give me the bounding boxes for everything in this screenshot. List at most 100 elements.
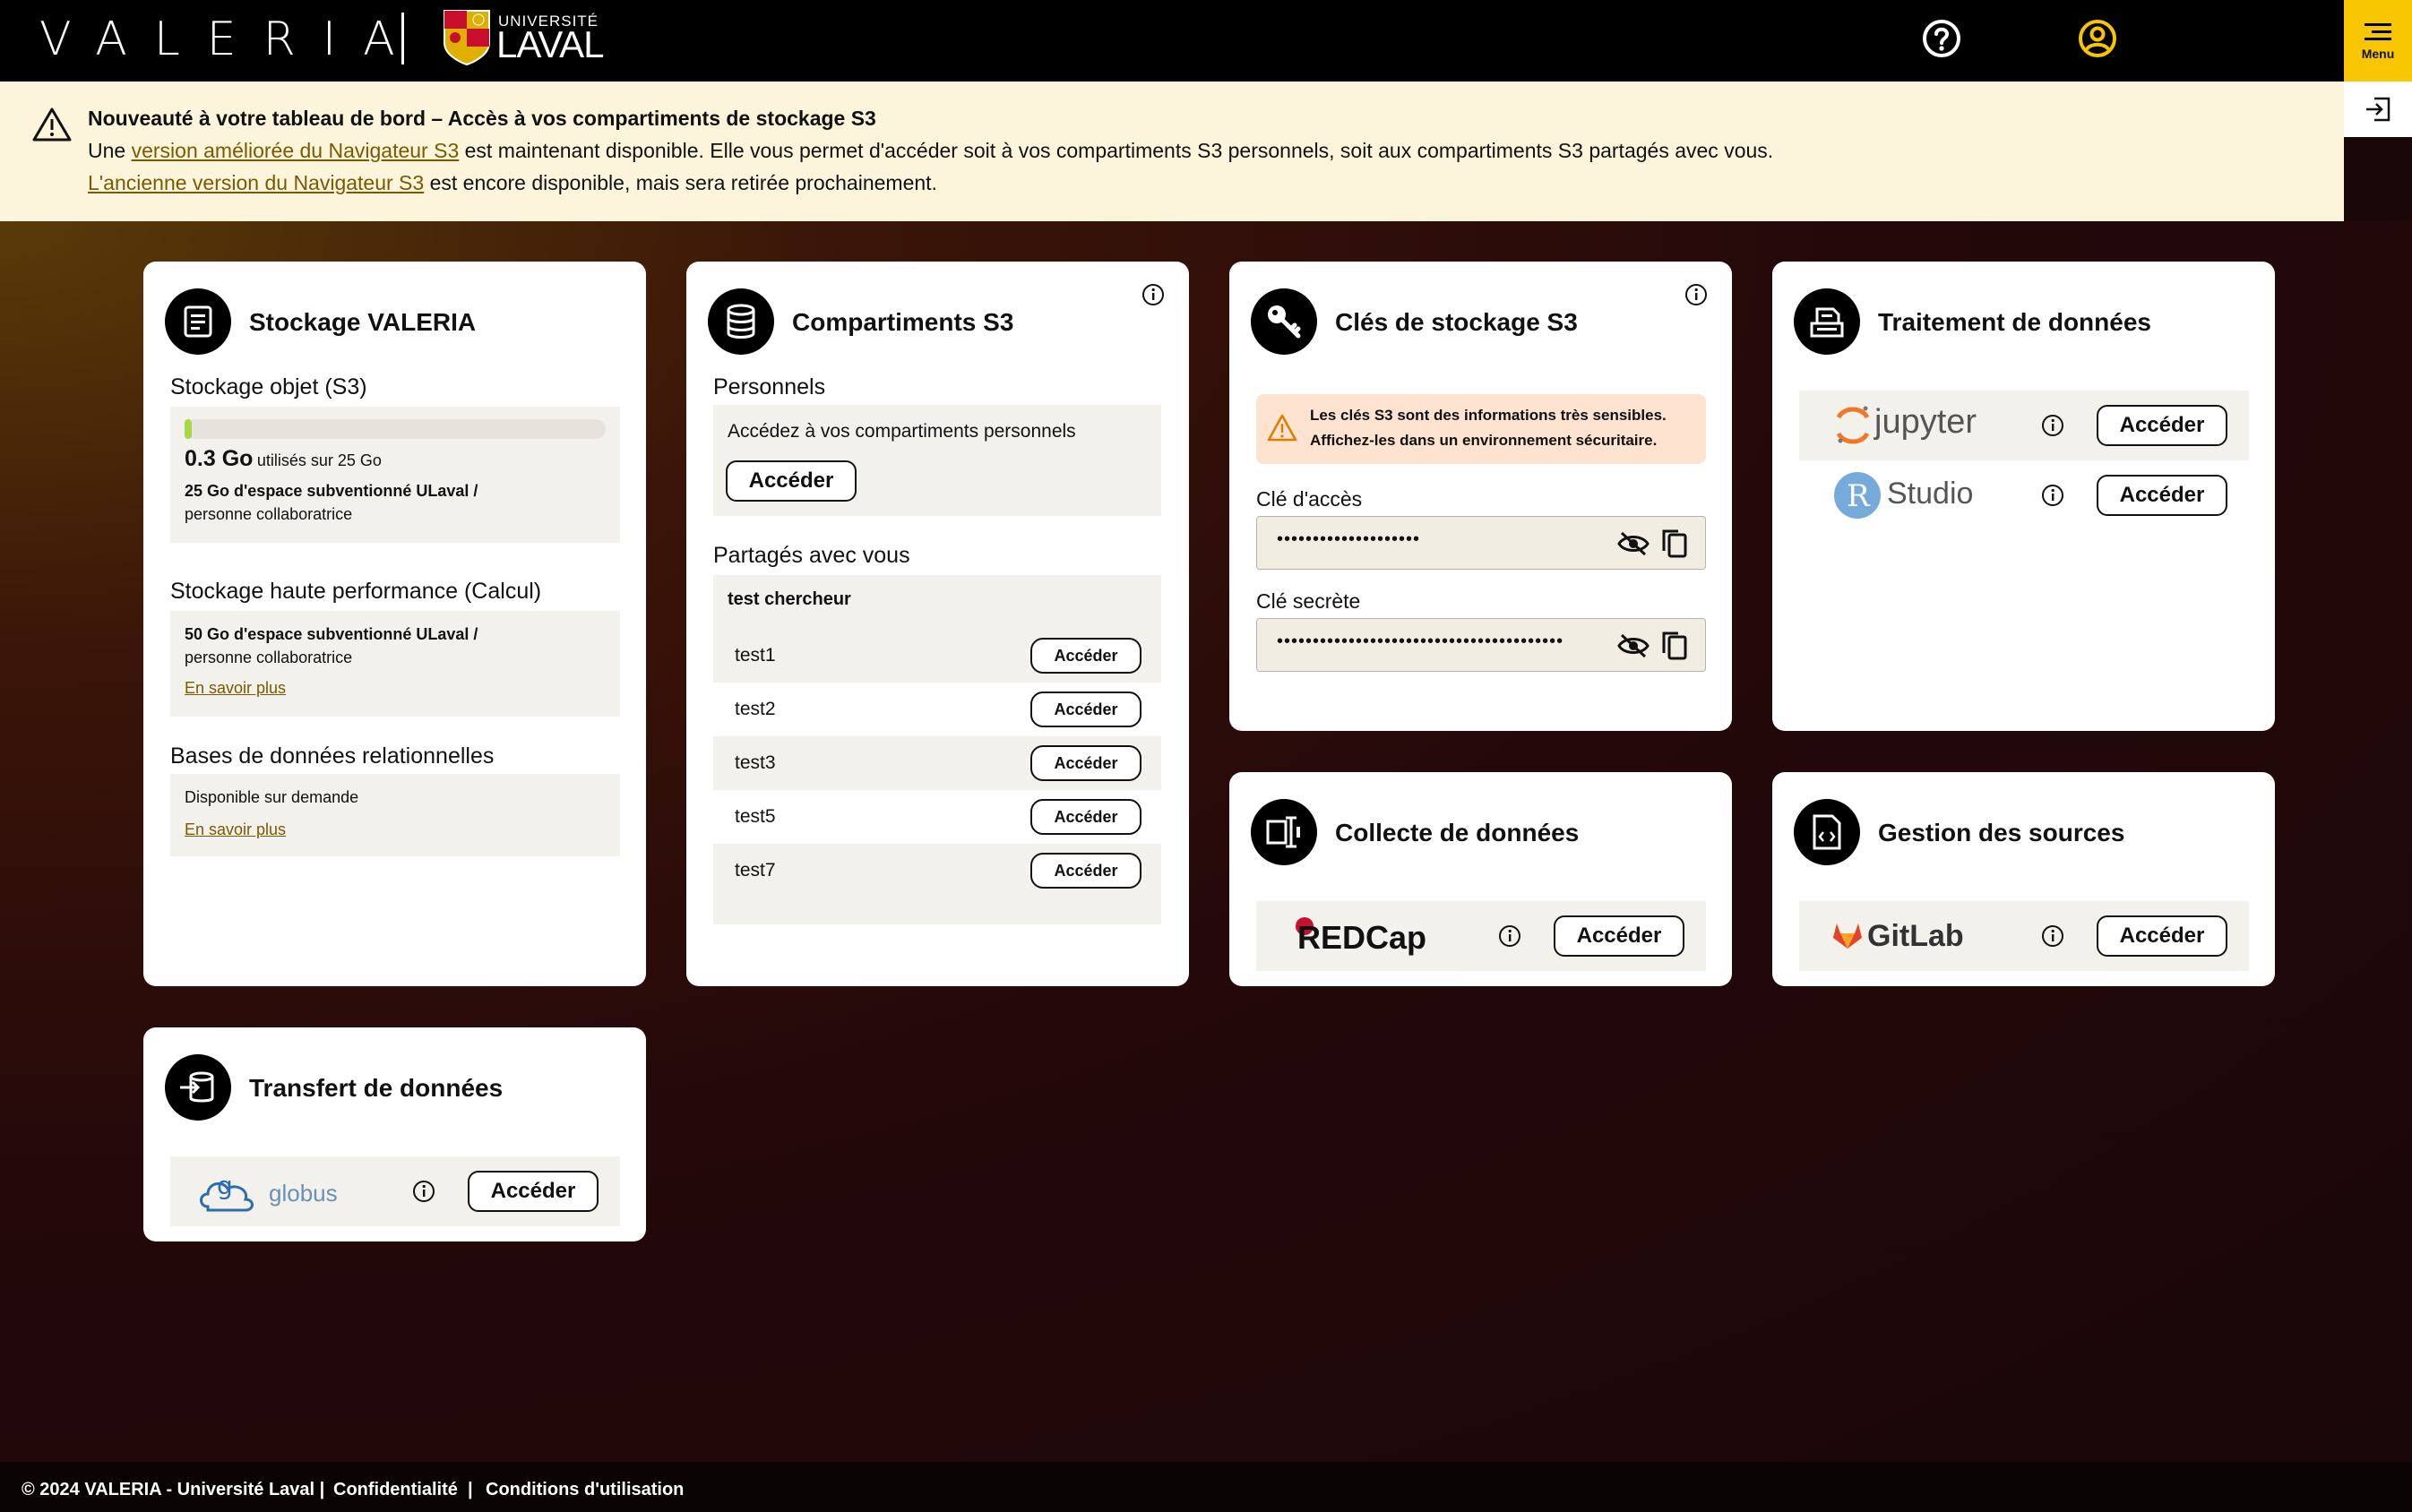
db-learn-more-link[interactable]: En savoir plus bbox=[185, 820, 286, 839]
hpc-storage-box: 50 Go d'espace subventionné ULaval / per… bbox=[170, 611, 620, 717]
bucket-access-button[interactable]: Accéder bbox=[1030, 692, 1141, 727]
personal-buckets-title: Personnels bbox=[713, 374, 826, 399]
redcap-row: REDCap Accéder bbox=[1256, 901, 1706, 971]
personal-buckets-access-button[interactable]: Accéder bbox=[726, 460, 857, 502]
terms-link[interactable]: Conditions d'utilisation bbox=[486, 1480, 684, 1500]
globus-name: globus bbox=[269, 1180, 338, 1207]
copyright: © 2024 VALERIA - Université Laval | bbox=[22, 1480, 325, 1499]
shared-bucket-row: test3 Accéder bbox=[713, 736, 1161, 790]
bucket-access-button[interactable]: Accéder bbox=[1030, 745, 1141, 781]
rstudio-logo-icon: R bbox=[1834, 472, 1881, 519]
info-icon[interactable] bbox=[1498, 924, 1521, 948]
gitlab-name: GitLab bbox=[1867, 919, 1964, 953]
hpc-learn-more-link[interactable]: En savoir plus bbox=[185, 679, 286, 698]
banner-text: est maintenant disponible. Elle vous per… bbox=[459, 139, 1774, 162]
redcap-access-button[interactable]: Accéder bbox=[1554, 915, 1684, 957]
info-icon[interactable] bbox=[1684, 283, 1708, 306]
logout-button[interactable] bbox=[2344, 82, 2412, 137]
bucket-name: test3 bbox=[735, 752, 776, 773]
access-key-value: •••••••••••••••••••• bbox=[1277, 529, 1421, 549]
database-icon bbox=[708, 288, 774, 355]
bucket-name: test5 bbox=[735, 806, 776, 827]
rstudio-row: R Studio Accéder bbox=[1799, 460, 2249, 530]
menu-button[interactable]: Menu bbox=[2344, 0, 2412, 82]
logo-divider bbox=[401, 13, 404, 64]
info-icon[interactable] bbox=[1141, 283, 1165, 306]
info-icon[interactable] bbox=[2041, 414, 2064, 437]
copy-icon[interactable] bbox=[1660, 630, 1689, 662]
visibility-off-icon[interactable] bbox=[1617, 633, 1650, 658]
card-title: Transfert de données bbox=[249, 1074, 504, 1102]
rstudio-access-button[interactable]: Accéder bbox=[2097, 475, 2227, 516]
bucket-name: test2 bbox=[735, 699, 776, 719]
privacy-link[interactable]: Confidentialité bbox=[333, 1480, 458, 1500]
valeria-logo[interactable]: VALERIA bbox=[39, 13, 422, 66]
ulaval-crest-icon bbox=[444, 10, 490, 66]
top-bar: VALERIA UNIVERSITÉ LAVAL Menu bbox=[0, 0, 2412, 82]
shared-buckets-title: Partagés avec vous bbox=[713, 543, 910, 568]
personal-buckets-text: Accédez à vos compartiments personnels bbox=[728, 421, 1076, 442]
banner-line-2: L'ancienne version du Navigateur S3 est … bbox=[88, 171, 937, 195]
secret-key-field[interactable]: •••••••••••••••••••••••••••••••••••••••• bbox=[1256, 618, 1706, 672]
help-icon[interactable] bbox=[1921, 18, 1962, 59]
bucket-access-button[interactable]: Accéder bbox=[1030, 853, 1141, 889]
bucket-name: test7 bbox=[735, 860, 776, 881]
card-title: Gestion des sources bbox=[1878, 819, 2125, 846]
svg-text:R: R bbox=[1847, 478, 1871, 514]
banner-text: est encore disponible, mais sera retirée… bbox=[424, 171, 937, 194]
hamburger-icon bbox=[2365, 22, 2391, 40]
gitlab-access-button[interactable]: Accéder bbox=[2097, 915, 2227, 957]
access-key-field[interactable]: •••••••••••••••••••• bbox=[1256, 516, 1706, 570]
data-processing-icon bbox=[1794, 288, 1860, 355]
account-icon[interactable] bbox=[2077, 18, 2118, 59]
bucket-access-button[interactable]: Accéder bbox=[1030, 799, 1141, 835]
jupyter-access-button[interactable]: Accéder bbox=[2097, 405, 2227, 446]
transfer-card: Transfert de données g globus Accéder bbox=[143, 1027, 646, 1241]
shared-owner: test chercheur bbox=[728, 589, 851, 609]
db-box: Disponible sur demande En savoir plus bbox=[170, 774, 620, 856]
old-s3-navigator-link[interactable]: L'ancienne version du Navigateur S3 bbox=[88, 171, 424, 194]
footer-separator: | bbox=[468, 1480, 473, 1499]
banner-line-1: Une version améliorée du Navigateur S3 e… bbox=[88, 139, 1773, 163]
rstudio-name: Studio bbox=[1887, 477, 1974, 511]
hpc-quota: 50 Go d'espace subventionné ULaval / bbox=[185, 625, 478, 643]
data-transfer-icon bbox=[165, 1054, 231, 1121]
copy-icon[interactable] bbox=[1660, 528, 1689, 560]
info-icon[interactable] bbox=[2041, 924, 2064, 948]
svg-text:g: g bbox=[217, 1171, 233, 1200]
personal-buckets-box: Accédez à vos compartiments personnels A… bbox=[713, 405, 1161, 516]
visibility-off-icon[interactable] bbox=[1617, 531, 1650, 556]
new-s3-navigator-link[interactable]: version améliorée du Navigateur S3 bbox=[132, 139, 460, 162]
hpc-quota-sub: personne collaboratrice bbox=[185, 649, 353, 666]
gitlab-row: GitLab Accéder bbox=[1799, 901, 2249, 971]
data-collection-icon bbox=[1251, 799, 1317, 865]
card-title: Collecte de données bbox=[1335, 819, 1580, 846]
buckets-card: Compartiments S3 Personnels Accédez à vo… bbox=[686, 262, 1189, 986]
keys-warning: Les clés S3 sont des informations très s… bbox=[1256, 394, 1706, 464]
secret-key-label: Clé secrète bbox=[1256, 589, 1361, 613]
key-icon bbox=[1251, 288, 1317, 355]
s3-storage-box: 0.3 Go utilisés sur 25 Go 25 Go d'espace… bbox=[170, 407, 620, 543]
info-icon[interactable] bbox=[412, 1180, 435, 1203]
s3-quota-sub: personne collaboratrice bbox=[185, 505, 353, 523]
usage-suffix: utilisés sur 25 Go bbox=[256, 451, 382, 469]
gitlab-logo-icon bbox=[1833, 924, 1862, 949]
shared-bucket-row: test7 Accéder bbox=[713, 844, 1161, 898]
warning-icon bbox=[1267, 414, 1297, 442]
source-code-file-icon bbox=[1794, 799, 1860, 865]
warning-icon bbox=[32, 107, 72, 142]
bucket-access-button[interactable]: Accéder bbox=[1030, 638, 1141, 674]
secret-key-value: •••••••••••••••••••••••••••••••••••••••• bbox=[1277, 631, 1564, 651]
bucket-name: test1 bbox=[735, 645, 776, 666]
s3-quota: 25 Go d'espace subventionné ULaval / bbox=[185, 482, 478, 500]
shared-bucket-row: test2 Accéder bbox=[713, 683, 1161, 736]
s3-keys-card: Clés de stockage S3 Les clés S3 sont des… bbox=[1229, 262, 1732, 731]
logout-icon bbox=[2366, 97, 2390, 122]
shared-bucket-row: test5 Accéder bbox=[713, 790, 1161, 844]
usage-progress-bar bbox=[185, 419, 606, 439]
info-icon[interactable] bbox=[2041, 484, 2064, 507]
menu-label: Menu bbox=[2361, 46, 2395, 61]
storage-icon bbox=[165, 288, 231, 355]
redcap-name: REDCap bbox=[1297, 919, 1427, 956]
globus-access-button[interactable]: Accéder bbox=[468, 1171, 599, 1212]
